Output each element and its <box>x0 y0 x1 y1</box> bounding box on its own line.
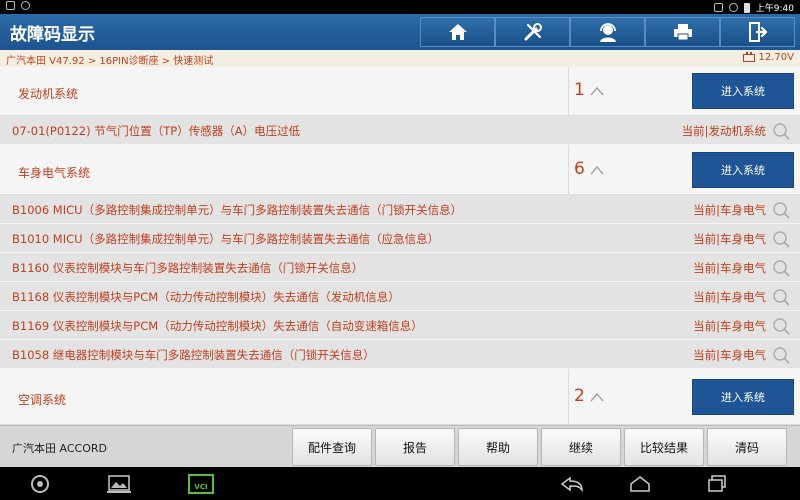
screenshot-button[interactable] <box>104 473 134 495</box>
search-icon[interactable] <box>772 288 790 306</box>
parts-query-button[interactable]: 配件查询 <box>292 428 372 466</box>
fault-description: 07-01(P0122) 节气门位置（TP）传感器（A）电压过低 <box>12 124 301 138</box>
home-button[interactable] <box>420 17 495 47</box>
divider <box>568 145 569 194</box>
browser-button[interactable] <box>28 473 52 495</box>
fault-description: B1168 仪表控制模块与PCM（动力传动控制模块）失去通信（发动机信息） <box>12 290 400 304</box>
breadcrumb-bar: 广汽本田 V47.92 > 16PIN诊断座 > 快速测试 12.70V <box>0 50 800 67</box>
car-battery-icon <box>742 51 755 62</box>
fault-count: 6 <box>574 159 585 179</box>
enter-system-button[interactable]: 进入系统 <box>692 152 794 188</box>
chevron-up-icon[interactable] <box>590 86 604 96</box>
fault-count: 1 <box>574 80 585 100</box>
battery-icon <box>743 2 750 13</box>
fault-status: 当前|车身电气 <box>693 319 766 333</box>
divider <box>568 67 569 115</box>
search-icon[interactable] <box>772 317 790 335</box>
vehicle-info: 广汽本田 ACCORD <box>12 442 107 455</box>
help-button[interactable]: 帮助 <box>458 428 538 466</box>
battery-voltage: 12.70V <box>742 51 794 63</box>
fault-row[interactable]: B1169 仪表控制模块与PCM（动力传动控制模块）失去通信（自动变速箱信息） … <box>0 311 800 340</box>
divider <box>568 369 569 424</box>
search-icon[interactable] <box>772 201 790 219</box>
fault-status: 当前|车身电气 <box>693 290 766 304</box>
fault-description: B1169 仪表控制模块与PCM（动力传动控制模块）失去通信（自动变速箱信息） <box>12 319 423 333</box>
home-icon <box>448 24 467 40</box>
system-row-body-electrical: 车身电气系统 6 进入系统 <box>0 145 800 195</box>
back-icon <box>560 476 583 492</box>
search-icon[interactable] <box>772 122 790 140</box>
exit-button[interactable] <box>720 17 795 47</box>
support-button[interactable] <box>570 17 645 47</box>
wifi-icon <box>728 3 738 12</box>
support-agent-icon <box>599 23 616 42</box>
title-bar: 故障码显示 <box>0 14 800 50</box>
bluetooth-icon <box>713 3 723 12</box>
status-bar: 上午9:40 <box>0 0 800 14</box>
chevron-up-icon[interactable] <box>590 165 604 175</box>
breadcrumb: 广汽本田 V47.92 > 16PIN诊断座 > 快速测试 <box>6 56 214 67</box>
voltage-value: 12.70V <box>758 52 794 63</box>
fault-status: 当前|发动机系统 <box>681 124 766 138</box>
fault-status: 当前|车身电气 <box>693 203 766 217</box>
usb-icon <box>6 1 15 10</box>
system-row-air-conditioning: 空调系统 2 进入系统 <box>0 369 800 425</box>
page-title: 故障码显示 <box>10 25 95 45</box>
fault-status: 当前|车身电气 <box>693 261 766 275</box>
search-icon[interactable] <box>772 230 790 248</box>
diagnose-tools-button[interactable] <box>495 17 570 47</box>
fault-description: B1006 MICU（多路控制集成控制单元）与车门多路控制装置失去通信（门锁开关… <box>12 203 463 217</box>
vci-icon: VCI <box>188 474 214 494</box>
printer-icon <box>673 24 692 41</box>
continue-button[interactable]: 继续 <box>541 428 621 466</box>
compare-results-button[interactable]: 比较结果 <box>624 428 704 466</box>
home-nav-button[interactable] <box>628 473 652 495</box>
fault-row[interactable]: B1006 MICU（多路控制集成控制单元）与车门多路控制装置失去通信（门锁开关… <box>0 195 800 224</box>
notification-icon <box>21 1 30 10</box>
clear-codes-button[interactable]: 清码 <box>707 428 787 466</box>
home-nav-icon <box>630 476 650 492</box>
enter-system-button[interactable]: 进入系统 <box>692 379 794 415</box>
system-name: 车身电气系统 <box>18 166 91 180</box>
fault-count: 2 <box>574 386 585 406</box>
fault-description: B1010 MICU（多路控制集成控制单元）与车门多路控制装置失去通信（应急信息… <box>12 232 440 246</box>
exit-icon <box>748 22 767 42</box>
fault-row[interactable]: 07-01(P0122) 节气门位置（TP）传感器（A）电压过低 当前|发动机系… <box>0 116 800 145</box>
back-button[interactable] <box>560 473 584 495</box>
report-button[interactable]: 报告 <box>375 428 455 466</box>
fault-row[interactable]: B1168 仪表控制模块与PCM（动力传动控制模块）失去通信（发动机信息） 当前… <box>0 282 800 311</box>
vci-button[interactable]: VCI <box>186 473 216 495</box>
fault-description: B1160 仪表控制模块与车门多路控制装置失去通信（门锁开关信息） <box>12 261 364 275</box>
fault-status: 当前|车身电气 <box>693 232 766 246</box>
system-name: 发动机系统 <box>18 87 79 101</box>
enter-system-button[interactable]: 进入系统 <box>692 73 794 109</box>
search-icon[interactable] <box>772 259 790 277</box>
recent-apps-icon <box>708 475 726 492</box>
fault-description: B1058 继电器控制模块与车门多路控制装置失去通信（门锁开关信息） <box>12 348 375 362</box>
fault-row[interactable]: B1010 MICU（多路控制集成控制单元）与车门多路控制装置失去通信（应急信息… <box>0 224 800 253</box>
chevron-up-icon[interactable] <box>590 392 604 402</box>
fault-row[interactable]: B1058 继电器控制模块与车门多路控制装置失去通信（门锁开关信息） 当前|车身… <box>0 340 800 369</box>
bottom-toolbar: 广汽本田 ACCORD 配件查询 报告 帮助 继续 比较结果 清码 <box>0 425 800 467</box>
recent-apps-button[interactable] <box>706 473 728 495</box>
system-row-engine: 发动机系统 1 进入系统 <box>0 67 800 116</box>
fault-list[interactable]: 发动机系统 1 进入系统 07-01(P0122) 节气门位置（TP）传感器（A… <box>0 67 800 425</box>
image-gallery-icon <box>107 475 131 493</box>
status-time: 上午9:40 <box>755 4 794 14</box>
browser-icon <box>31 475 49 493</box>
android-nav-bar: VCI <box>0 467 800 500</box>
search-icon[interactable] <box>772 346 790 364</box>
fault-row[interactable]: B1160 仪表控制模块与车门多路控制装置失去通信（门锁开关信息） 当前|车身电… <box>0 253 800 282</box>
fault-status: 当前|车身电气 <box>693 348 766 362</box>
diagnose-tools-icon <box>524 23 542 41</box>
system-name: 空调系统 <box>18 393 67 407</box>
print-button[interactable] <box>645 17 720 47</box>
